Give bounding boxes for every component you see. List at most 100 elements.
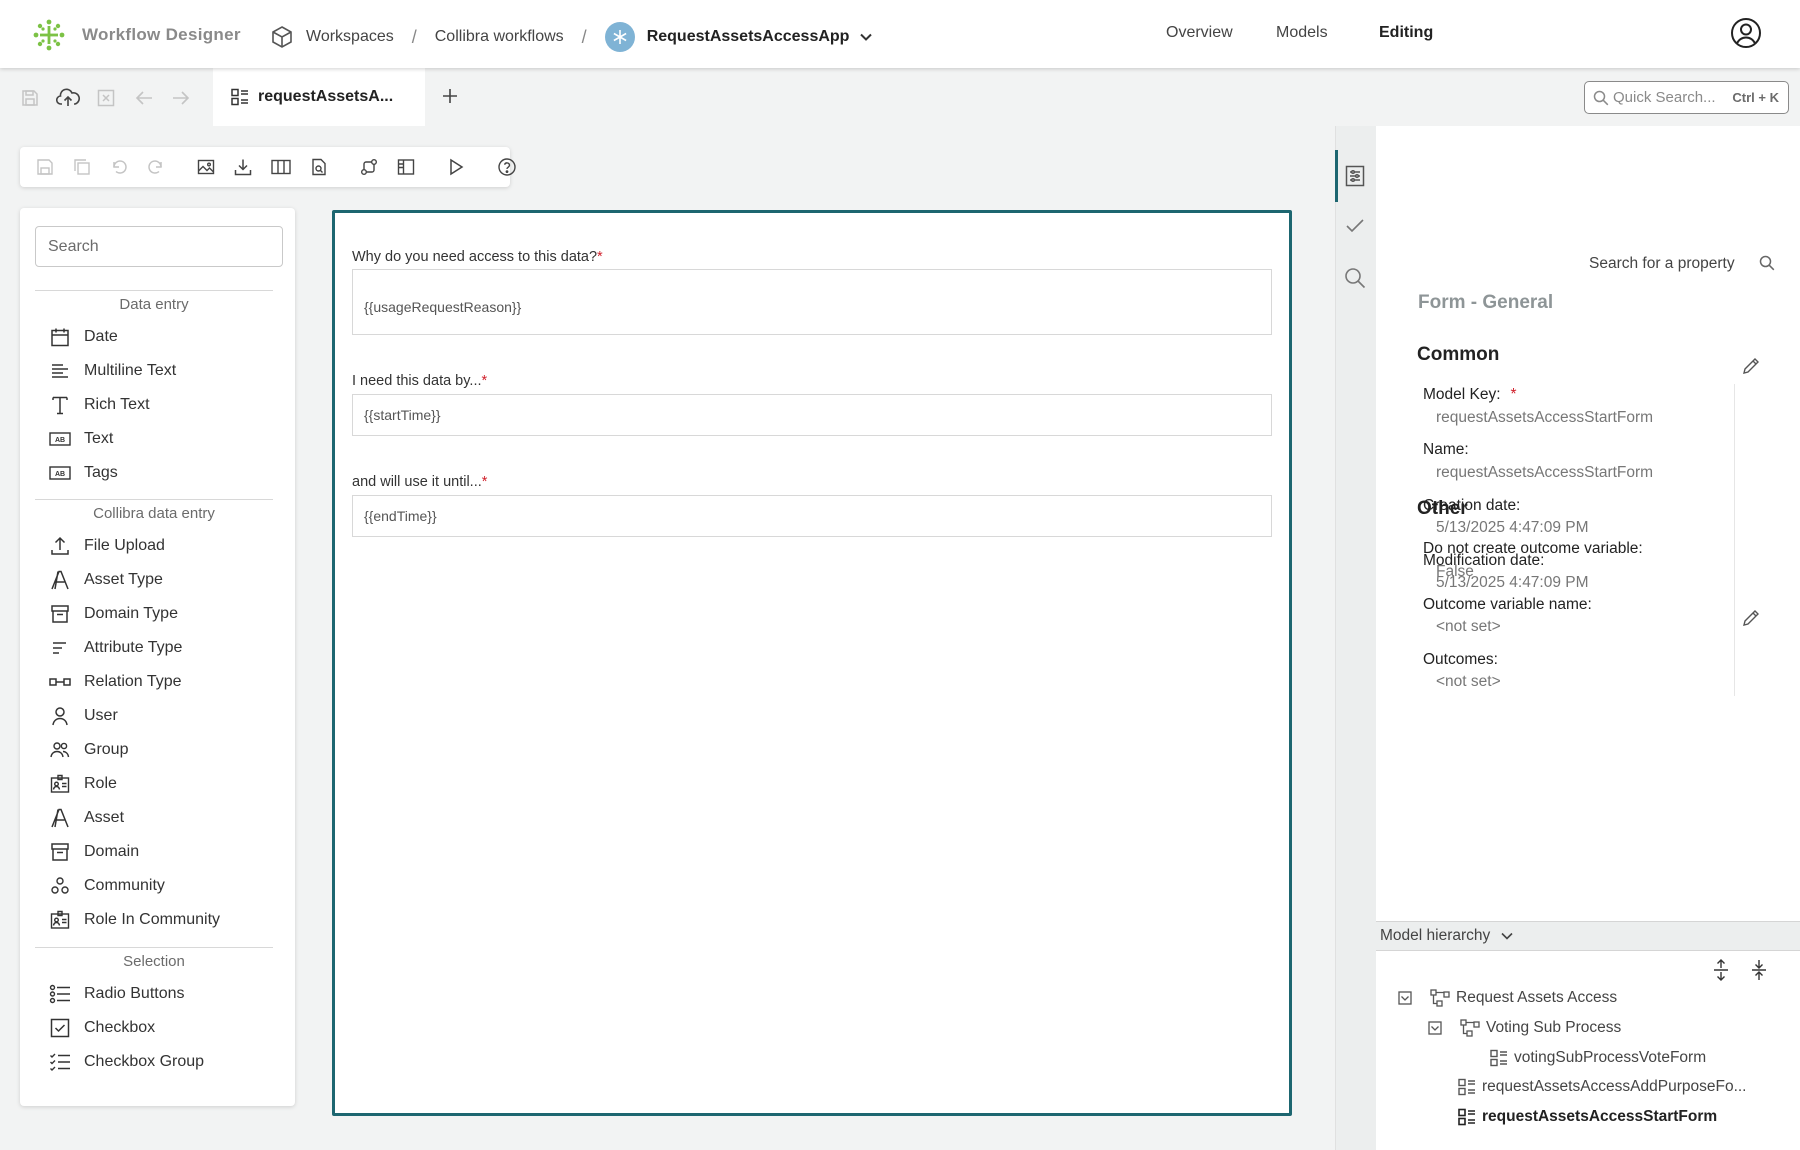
palette-item-asset[interactable]: Asset xyxy=(48,806,124,830)
palette-item-label: Date xyxy=(84,328,118,345)
columns-icon[interactable] xyxy=(271,158,291,176)
close-model-icon[interactable] xyxy=(96,88,116,108)
layout-icon[interactable] xyxy=(397,158,415,176)
redo-icon[interactable] xyxy=(147,158,165,176)
properties-panel-icon[interactable] xyxy=(1345,165,1365,187)
property-search-placeholder[interactable]: Search for a property xyxy=(1589,255,1735,273)
breadcrumb-collibra-workflows[interactable]: Collibra workflows xyxy=(435,28,564,46)
user-account-icon[interactable] xyxy=(1730,17,1762,49)
copy-icon[interactable] xyxy=(73,158,91,176)
expanded-checkbox-icon[interactable] xyxy=(1398,991,1412,1005)
tab-label: requestAssetsA... xyxy=(258,88,394,105)
field-usage-request-reason[interactable]: {{usageRequestReason}} xyxy=(352,269,1272,335)
preview-document-icon[interactable] xyxy=(310,158,328,176)
model-hierarchy-title: Model hierarchy xyxy=(1380,927,1491,944)
search-icon[interactable] xyxy=(1759,255,1775,271)
breadcrumb-app[interactable]: RequestAssetsAccessApp xyxy=(647,28,850,46)
save-icon[interactable] xyxy=(36,158,54,176)
form-icon xyxy=(1458,1108,1476,1126)
palette-item-role[interactable]: Role xyxy=(48,772,117,796)
tree-node-add-purpose-form[interactable]: requestAssetsAccessAddPurposeFo... xyxy=(1458,1078,1747,1096)
tree-node-label: requestAssetsAccessStartForm xyxy=(1482,1108,1718,1125)
field-start-time[interactable]: {{startTime}} xyxy=(352,394,1272,436)
field-value: {{endTime}} xyxy=(364,508,437,524)
add-tab-icon[interactable] xyxy=(440,86,460,106)
palette-item-label: Role xyxy=(84,775,117,792)
expanded-checkbox-icon[interactable] xyxy=(1428,1021,1442,1035)
help-icon[interactable] xyxy=(497,157,517,177)
publish-icon[interactable] xyxy=(56,87,80,109)
quick-search-input[interactable]: Quick Search... Ctrl + K xyxy=(1584,81,1789,114)
expand-all-icon[interactable] xyxy=(1712,959,1730,981)
nav-overview[interactable]: Overview xyxy=(1166,24,1233,42)
breadcrumb-workspaces[interactable]: Workspaces xyxy=(306,28,394,46)
image-icon[interactable] xyxy=(197,158,215,176)
palette-item-radio-buttons[interactable]: Radio Buttons xyxy=(48,982,185,1006)
tab-request-assets-access[interactable]: requestAssetsA... xyxy=(213,68,425,126)
undo-icon[interactable] xyxy=(110,158,128,176)
arrow-left-icon[interactable] xyxy=(134,89,154,107)
palette-item-user[interactable]: User xyxy=(48,704,118,728)
palette-item-tags[interactable]: AB Tags xyxy=(48,461,118,485)
name-label: Name: xyxy=(1423,441,1469,458)
collibra-logo-icon[interactable] xyxy=(32,18,66,52)
search-icon[interactable] xyxy=(1344,267,1366,289)
search-icon xyxy=(1593,90,1609,106)
palette-item-label: Asset Type xyxy=(84,571,163,588)
attribute-type-icon xyxy=(48,640,72,656)
palette-section-collibra-data-entry: Collibra data entry xyxy=(35,499,273,522)
flow-icon[interactable] xyxy=(360,158,378,176)
palette-item-domain[interactable]: Domain xyxy=(48,840,139,864)
palette-item-domain-type[interactable]: Domain Type xyxy=(48,602,178,626)
tree-node-voting-sub-process[interactable]: Voting Sub Process xyxy=(1428,1019,1621,1037)
palette-item-role-in-community[interactable]: Role In Community xyxy=(48,908,220,932)
play-icon[interactable] xyxy=(447,158,465,176)
tree-node-voting-sub-process-vote-form[interactable]: votingSubProcessVoteForm xyxy=(1490,1049,1706,1067)
app-avatar-icon xyxy=(604,22,635,52)
nav-models[interactable]: Models xyxy=(1276,24,1328,42)
nav-editing[interactable]: Editing xyxy=(1379,24,1433,42)
model-hierarchy-header[interactable]: Model hierarchy xyxy=(1376,921,1800,951)
rich-text-icon xyxy=(48,395,72,415)
palette-item-community[interactable]: Community xyxy=(48,874,165,898)
app-title: Workflow Designer xyxy=(82,25,241,44)
field-end-time[interactable]: {{endTime}} xyxy=(352,495,1272,537)
required-marker: * xyxy=(597,249,603,265)
edit-pencil-icon[interactable] xyxy=(1741,608,1761,628)
validation-check-icon[interactable] xyxy=(1345,218,1365,234)
download-icon[interactable] xyxy=(234,158,252,176)
domain-type-icon xyxy=(48,604,72,624)
tree-node-label: votingSubProcessVoteForm xyxy=(1514,1049,1707,1066)
palette-item-checkbox-group[interactable]: Checkbox Group xyxy=(48,1050,204,1074)
palette-item-checkbox[interactable]: Checkbox xyxy=(48,1016,155,1040)
edit-pencil-icon[interactable] xyxy=(1741,356,1761,376)
tree-node-label: requestAssetsAccessAddPurposeFo... xyxy=(1482,1078,1747,1095)
palette-item-attribute-type[interactable]: Attribute Type xyxy=(48,636,182,660)
process-icon xyxy=(1430,989,1450,1007)
section-common-title: Common xyxy=(1417,344,1500,365)
breadcrumb: Workspaces / Collibra workflows / Reques… xyxy=(270,22,873,52)
svg-text:AB: AB xyxy=(55,471,65,478)
arrow-right-icon[interactable] xyxy=(171,89,191,107)
palette-section-selection: Selection xyxy=(35,947,273,970)
tree-node-request-assets-access[interactable]: Request Assets Access xyxy=(1398,989,1617,1007)
palette-item-date[interactable]: Date xyxy=(48,325,118,349)
collapse-all-icon[interactable] xyxy=(1750,959,1768,981)
form-icon xyxy=(1458,1078,1476,1096)
tree-node-start-form[interactable]: requestAssetsAccessStartForm xyxy=(1458,1108,1717,1126)
palette-item-group[interactable]: Group xyxy=(48,738,128,762)
palette-item-rich-text[interactable]: Rich Text xyxy=(48,393,150,417)
palette-item-text[interactable]: AB Text xyxy=(48,427,113,451)
palette-search-input[interactable] xyxy=(35,226,283,267)
form-canvas[interactable]: Why do you need access to this data?* {{… xyxy=(332,210,1292,1116)
palette-item-file-upload[interactable]: File Upload xyxy=(48,534,165,558)
chevron-down-icon[interactable] xyxy=(859,30,873,44)
palette-item-asset-type[interactable]: Asset Type xyxy=(48,568,163,592)
asset-icon xyxy=(48,808,72,828)
palette-item-multiline-text[interactable]: Multiline Text xyxy=(48,359,176,383)
panel-title: Form - General xyxy=(1418,292,1554,313)
user-icon xyxy=(48,706,72,726)
role-icon xyxy=(48,774,72,794)
palette-item-relation-type[interactable]: Relation Type xyxy=(48,670,182,694)
save-icon[interactable] xyxy=(20,88,40,108)
